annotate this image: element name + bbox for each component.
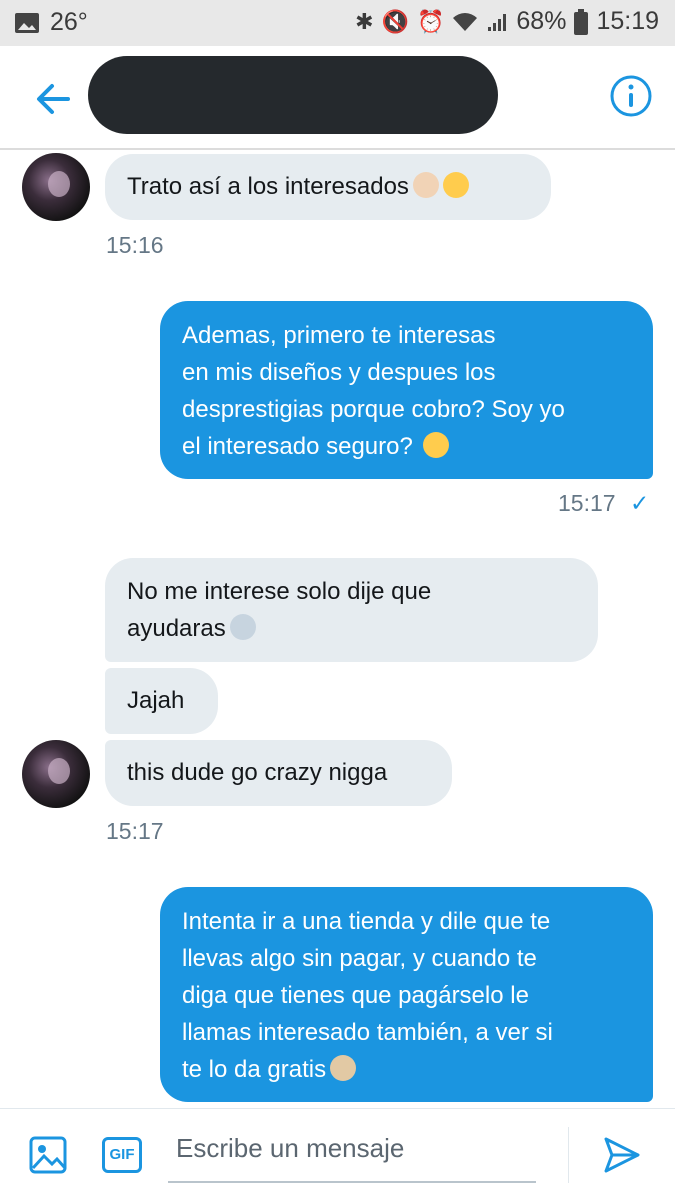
person-shrugging-emoji bbox=[229, 614, 256, 640]
mute-icon: 🔇 bbox=[381, 8, 409, 34]
avatar[interactable] bbox=[22, 740, 90, 808]
contact-name-redacted[interactable] bbox=[88, 56, 498, 134]
message-line: te lo da gratis bbox=[182, 1056, 327, 1083]
message-line: diga que tienes que pagárselo le bbox=[182, 982, 529, 1009]
message-timestamp: 15:16 bbox=[106, 232, 164, 258]
send-icon[interactable] bbox=[602, 1135, 642, 1175]
wifi-icon bbox=[453, 12, 478, 31]
message-timestamp: 15:17 ✓ bbox=[558, 490, 650, 516]
message-line: desprestigias porque cobro? Soy yo bbox=[182, 396, 565, 423]
message-composer: GIF Escribe un mensaje bbox=[0, 1108, 675, 1200]
avatar[interactable] bbox=[22, 153, 90, 221]
clock: 15:19 bbox=[596, 7, 659, 35]
message-line: ayudaras bbox=[127, 615, 226, 642]
image-attach-icon[interactable] bbox=[28, 1135, 68, 1175]
grimacing-face-emoji bbox=[442, 172, 469, 198]
gif-button[interactable]: GIF bbox=[102, 1137, 142, 1173]
grinning-sweat-emoji bbox=[422, 432, 449, 458]
input-underline bbox=[168, 1181, 536, 1183]
message-line: No me interese solo dije que bbox=[127, 578, 432, 605]
message-line: Intenta ir a una tienda y dile que te bbox=[182, 908, 551, 935]
incoming-message[interactable]: Jajah bbox=[105, 668, 218, 734]
alarm-icon: ⏰ bbox=[416, 8, 445, 34]
image-notification-icon bbox=[15, 12, 39, 33]
read-check-icon: ✓ bbox=[629, 490, 650, 516]
message-line: el interesado seguro? bbox=[182, 433, 413, 460]
ok-hand-emoji bbox=[412, 172, 439, 198]
status-bar: 26° ✱ 🔇 ⏰ 68% 15:19 bbox=[0, 0, 675, 46]
incoming-message[interactable]: this dude go crazy nigga bbox=[105, 740, 452, 806]
battery-icon bbox=[574, 8, 589, 35]
message-line: Ademas, primero te interesas bbox=[182, 322, 496, 349]
message-line: en mis diseños y despues los bbox=[182, 359, 496, 386]
incoming-message[interactable]: No me interese solo dije que ayudaras bbox=[105, 558, 598, 662]
person-shrugging-emoji bbox=[330, 1055, 357, 1081]
divider bbox=[568, 1127, 569, 1183]
incoming-message[interactable]: Trato así a los interesados bbox=[105, 154, 551, 220]
arrow-left-icon[interactable] bbox=[30, 76, 76, 122]
outgoing-message[interactable]: Ademas, primero te interesas en mis dise… bbox=[160, 301, 653, 479]
outgoing-message[interactable]: Intenta ir a una tienda y dile que te ll… bbox=[160, 887, 653, 1102]
temperature: 26° bbox=[50, 8, 88, 36]
signal-icon bbox=[488, 13, 507, 31]
message-line: llamas interesado también, a ver si bbox=[182, 1019, 553, 1046]
message-line: llevas algo sin pagar, y cuando te bbox=[182, 945, 537, 972]
conversation-header bbox=[0, 46, 675, 150]
message-timestamp: 15:17 bbox=[106, 818, 164, 844]
message-thread: Trato así a los interesados 15:16 Ademas… bbox=[0, 150, 675, 1108]
message-input[interactable]: Escribe un mensaje bbox=[176, 1133, 404, 1164]
bluetooth-icon: ✱ bbox=[355, 8, 374, 34]
battery-level: 68% bbox=[516, 7, 567, 35]
info-circle-icon[interactable] bbox=[609, 74, 653, 118]
